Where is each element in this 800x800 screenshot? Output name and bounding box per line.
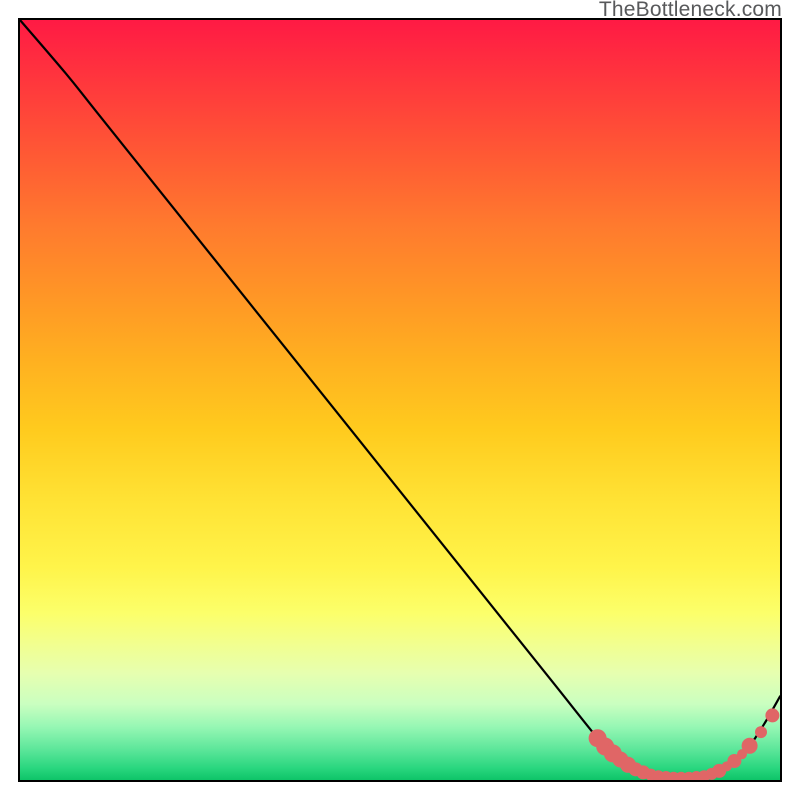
curve-marker — [755, 726, 767, 738]
curve-marker — [765, 708, 779, 722]
curve-marker — [742, 738, 758, 754]
curve-markers — [589, 708, 780, 780]
bottleneck-curve-path — [20, 20, 780, 778]
curve-layer — [20, 20, 780, 780]
plot-area — [18, 18, 782, 782]
chart-stage: TheBottleneck.com — [0, 0, 800, 800]
